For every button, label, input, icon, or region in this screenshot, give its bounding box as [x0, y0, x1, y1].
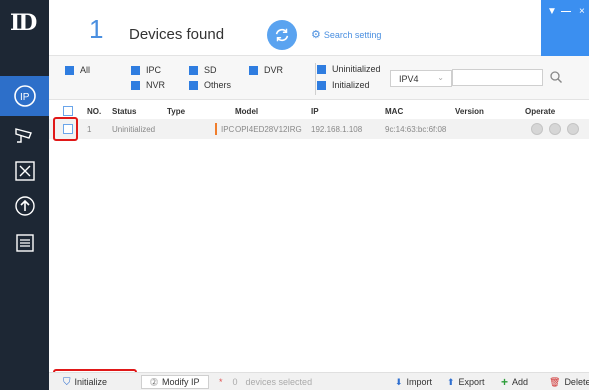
table-header: NO. Status Type Model IP MAC Version Ope… [49, 104, 589, 118]
col-type: Type [167, 107, 186, 116]
import-icon: ⬇ [395, 376, 403, 387]
highlight-row-checkbox [53, 117, 78, 141]
col-status: Status [112, 107, 137, 116]
checkbox-checked [65, 65, 74, 75]
upgrade-icon[interactable] [12, 193, 38, 219]
filter-all[interactable]: All [65, 65, 90, 75]
filter-dvr[interactable]: DVR [249, 65, 283, 75]
row-type: IPC [221, 125, 235, 134]
row-no: 1 [87, 125, 92, 134]
ip-version-value: IPV4 [399, 74, 419, 84]
col-operate: Operate [525, 107, 556, 116]
web-icon[interactable] [549, 123, 561, 135]
filter-all-label: All [80, 65, 91, 75]
filter-nvr[interactable]: NVR [131, 80, 165, 90]
filter-initialized[interactable]: Initialized [317, 80, 370, 90]
filter-sd-label: SD [204, 65, 217, 75]
gear-icon: ⚙ [311, 29, 321, 41]
ip-version-select[interactable]: IPV4 ⌄ [390, 70, 452, 87]
col-mac: MAC [385, 107, 404, 116]
details-icon[interactable] [567, 123, 579, 135]
ip-icon[interactable]: IP [12, 83, 38, 109]
row-status: Uninitialized [112, 125, 156, 134]
ip-edit-icon: ⓶ [150, 377, 158, 387]
checkbox-checked [189, 65, 198, 75]
import-button[interactable]: ⬇ Import [395, 375, 432, 389]
sidebar: ID IP [0, 0, 49, 390]
export-button[interactable]: ⬆ Export [447, 375, 485, 389]
col-version: Version [455, 107, 484, 116]
search-icon[interactable] [549, 70, 563, 84]
page-title: Devices found [129, 26, 225, 43]
minimize-icon[interactable]: — [561, 6, 571, 17]
initialize-label: Initialize [74, 377, 108, 387]
modify-ip-label: Modify IP [162, 377, 200, 387]
edit-icon[interactable] [531, 123, 543, 135]
delete-button[interactable]: 🗑 Delete [549, 375, 589, 389]
row-mac: 9c:14:63:bc:6f:08 [385, 125, 447, 134]
footer-toolbar: ⛉ Initialize ⓶ Modify IP * 0 devices sel… [49, 372, 589, 390]
filter-ipc[interactable]: IPC [131, 65, 161, 75]
checkbox-checked [317, 64, 326, 74]
filter-uninitialized-label: Uninitialized [332, 64, 381, 74]
asterisk-icon: * [219, 377, 223, 387]
export-icon: ⬆ [447, 376, 455, 387]
filter-uninitialized[interactable]: Uninitialized [317, 64, 381, 74]
delete-label: Delete [564, 377, 589, 387]
filter-others[interactable]: Others [189, 80, 231, 90]
table-row[interactable]: 1 Uninitialized IPC OPI4ED28V12IRG 192.1… [49, 119, 589, 139]
chevron-down-icon: ⌄ [437, 73, 444, 82]
close-icon[interactable]: × [579, 6, 585, 17]
col-model: Model [235, 107, 259, 116]
filter-nvr-label: NVR [146, 80, 166, 90]
checkbox-checked [249, 65, 258, 75]
camera-icon[interactable] [12, 122, 38, 148]
filter-initialized-label: Initialized [332, 80, 370, 90]
filter-divider [315, 63, 316, 95]
plus-icon: + [501, 375, 509, 389]
add-button[interactable]: + Add [501, 375, 528, 389]
filter-bar: All IPC NVR SD Others DVR Uninitialized … [49, 56, 589, 100]
type-marker [215, 123, 217, 135]
search-setting-link[interactable]: ⚙ Search setting [311, 28, 381, 41]
window-controls: ▼ — × [541, 0, 589, 56]
menu-icon[interactable]: ▼ [547, 6, 557, 17]
svg-text:IP: IP [20, 92, 30, 103]
filter-ipc-label: IPC [146, 65, 162, 75]
filter-others-label: Others [204, 80, 232, 90]
checkbox-checked [131, 65, 140, 75]
selection-status: * 0 devices selected [219, 375, 312, 389]
checkbox-checked [317, 80, 326, 90]
select-all-checkbox[interactable] [63, 106, 73, 116]
trash-icon: 🗑 [549, 376, 561, 387]
search-input[interactable] [452, 69, 543, 86]
device-count: 1 [89, 14, 104, 44]
app-logo: ID [10, 10, 37, 36]
col-ip: IP [311, 107, 319, 116]
filter-sd[interactable]: SD [189, 65, 217, 75]
add-label: Add [512, 377, 529, 387]
checkbox-checked [131, 80, 140, 90]
modify-ip-button[interactable]: ⓶ Modify IP [141, 375, 209, 389]
document-icon[interactable] [12, 230, 38, 256]
header-bar: 1 Devices found ⚙ Search setting ▼ — × [49, 0, 589, 56]
export-label: Export [458, 377, 485, 387]
import-label: Import [406, 377, 433, 387]
selected-text: devices selected [245, 377, 313, 387]
refresh-button[interactable] [267, 20, 297, 50]
checkbox-checked [189, 80, 198, 90]
initialize-button[interactable]: ⛉ Initialize [63, 375, 107, 389]
shield-icon: ⛉ [63, 376, 71, 388]
search-setting-label: Search setting [323, 29, 382, 40]
selected-count: 0 [232, 377, 238, 387]
row-model: OPI4ED28V12IRG [235, 125, 302, 134]
col-no: NO. [87, 107, 102, 116]
row-ip: 192.168.1.108 [311, 125, 363, 134]
tools-icon[interactable] [12, 158, 38, 184]
filter-dvr-label: DVR [264, 65, 284, 75]
refresh-icon [275, 28, 289, 42]
